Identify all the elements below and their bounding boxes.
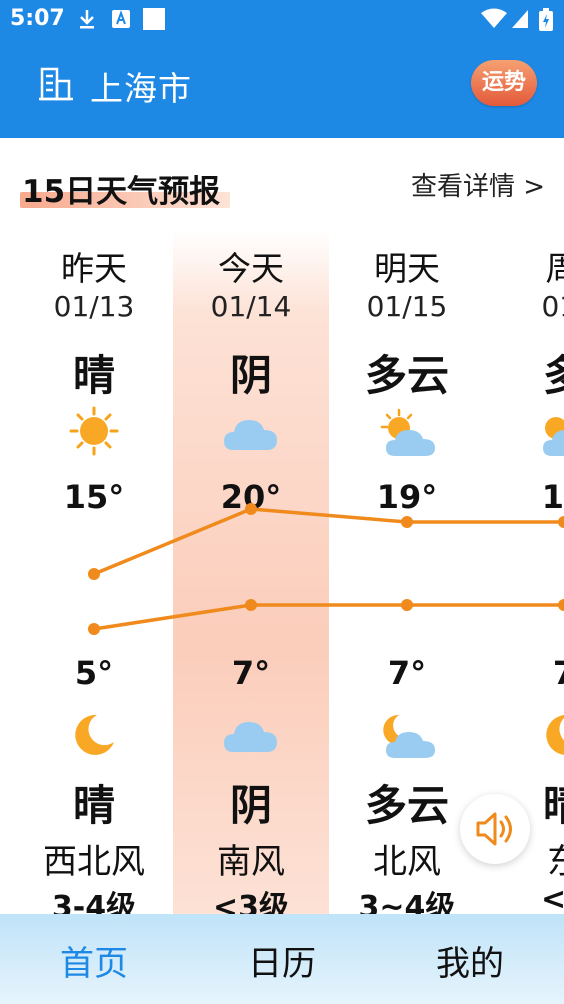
forecast-title: 15日天气预报	[22, 174, 221, 210]
wind-direction: 西北风	[43, 842, 145, 882]
signal-icon	[512, 10, 528, 28]
wifi-icon	[481, 8, 507, 28]
forecast-panel[interactable]: 15日天气预报 查看详情 > 昨天 01/13 晴 15° 5° 晴 西北风 3…	[0, 138, 564, 914]
wind-level: <3	[540, 882, 564, 914]
day-name: 明天	[374, 249, 440, 288]
sun-cloud-icon	[380, 408, 435, 456]
night-condition: 晴	[72, 781, 115, 830]
temp-low: 5°	[74, 654, 114, 692]
nav-home[interactable]: 首页	[0, 936, 188, 985]
temp-low: 7°	[387, 654, 427, 692]
day-condition: 多云	[364, 351, 449, 400]
notification-square-icon	[143, 8, 165, 30]
day-date: 01/	[541, 290, 564, 323]
temp-high: 15°	[63, 478, 125, 516]
wind-direction: 南风	[217, 842, 285, 882]
battery-icon	[539, 8, 553, 31]
day-date: 01/15	[366, 290, 448, 323]
city-title[interactable]: 上海市	[90, 62, 192, 110]
temp-high: 19°	[376, 478, 438, 516]
sun-icon	[69, 406, 119, 456]
day-name: 周	[545, 249, 564, 288]
nav-mine[interactable]: 我的	[376, 936, 564, 985]
cloud-icon	[224, 722, 277, 752]
day-name: 今天	[218, 249, 284, 288]
building-icon[interactable]	[38, 66, 74, 102]
sun-cloud-icon	[543, 417, 564, 456]
day-date: 01/13	[53, 290, 135, 323]
day-condition: 多	[542, 351, 564, 400]
nav-calendar[interactable]: 日历	[188, 936, 376, 985]
forecast-day-column[interactable]: 昨天 01/13 晴 15° 5° 晴 西北风 3-4级	[16, 138, 172, 914]
temp-high: 20°	[220, 478, 282, 516]
day-name: 昨天	[61, 249, 127, 288]
cloud-icon	[224, 420, 277, 450]
forecast-day-column[interactable]: 今天 01/14 阴 20° 7° 阴 南风 <3级	[173, 138, 329, 914]
night-condition: 阴	[229, 781, 272, 830]
moon-cloud-icon	[383, 714, 435, 758]
bottom-navigation: 首页 日历 我的	[0, 914, 564, 1004]
app-bar: 上海市 运势	[0, 38, 564, 138]
temp-high: 19	[541, 478, 564, 516]
speaker-icon	[476, 812, 512, 846]
status-bar: 5:07	[0, 0, 564, 38]
day-date: 01/14	[210, 290, 292, 323]
keyboard-a-icon	[112, 10, 130, 28]
day-condition: 阴	[229, 351, 272, 400]
wind-level: 3-4级	[51, 890, 137, 914]
voice-broadcast-button[interactable]	[460, 794, 530, 864]
status-time: 5:07	[10, 6, 65, 31]
wind-level: 3~4级	[358, 890, 456, 914]
temp-low: 7	[552, 654, 564, 692]
wind-level: <3级	[212, 890, 289, 914]
day-condition: 晴	[72, 351, 115, 400]
moon-icon	[75, 714, 114, 755]
temp-low: 7°	[231, 654, 271, 692]
download-icon	[80, 10, 94, 29]
fortune-button[interactable]: 运势	[471, 60, 537, 106]
moon-icon	[546, 715, 564, 755]
